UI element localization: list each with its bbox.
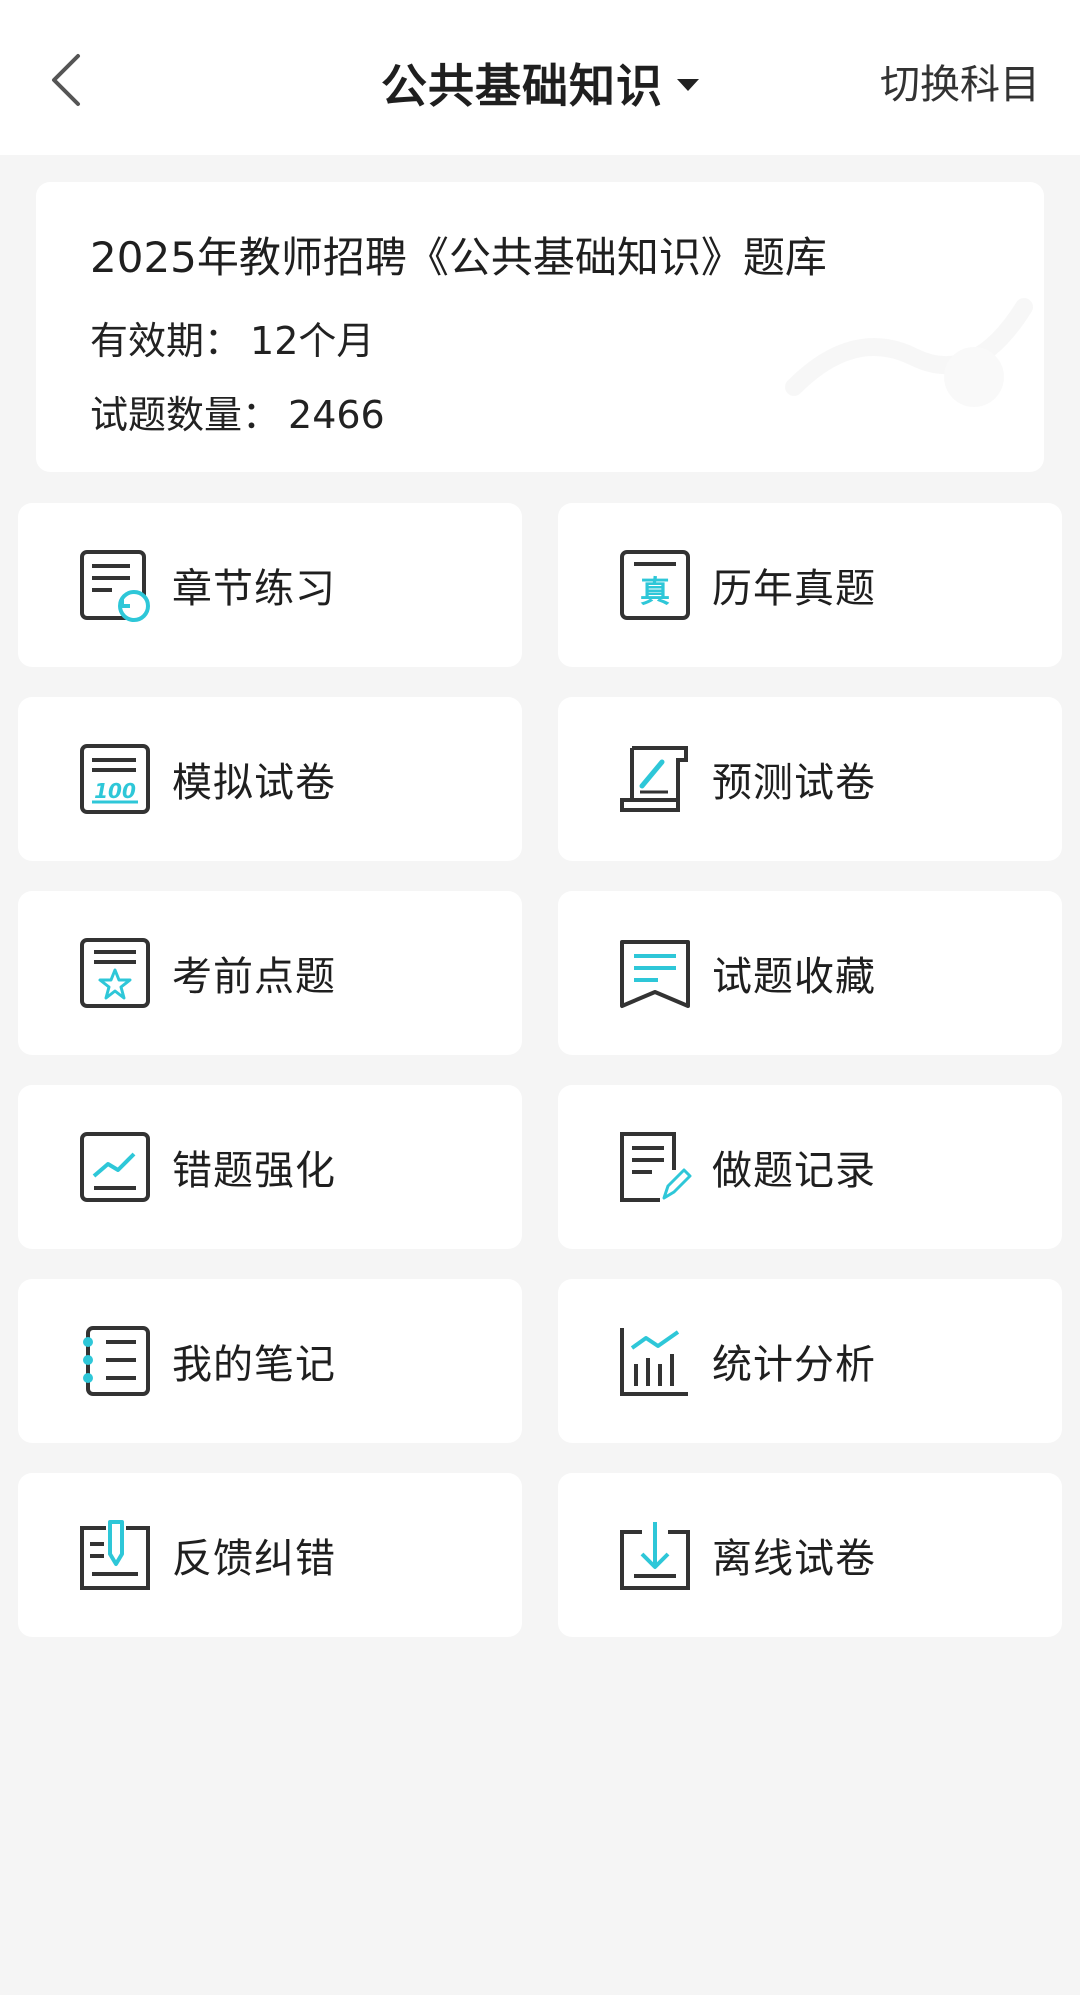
bookmark-icon — [620, 940, 690, 1008]
switch-subject-button[interactable]: 切换科目 — [880, 52, 1040, 110]
notebook-icon — [83, 1326, 150, 1396]
forecast-paper-icon — [620, 746, 688, 812]
menu-past-exam[interactable]: 真 历年真题 — [558, 503, 1062, 667]
menu-label: 统计分析 — [712, 1342, 876, 1388]
menu-statistics[interactable]: 统计分析 — [558, 1279, 1062, 1443]
question-bank-card: 2025年教师招聘《公共基础知识》题库 有效期： 12个月 试题数量： 2466 — [36, 182, 1044, 472]
menu-offline-papers[interactable]: 离线试卷 — [558, 1473, 1062, 1637]
feedback-pen-icon — [80, 1520, 150, 1590]
menu-pre-exam-points[interactable]: 考前点题 — [18, 891, 522, 1055]
subject-dropdown[interactable]: 公共基础知识 — [381, 50, 699, 116]
menu-label: 模拟试卷 — [172, 760, 336, 806]
chapter-practice-icon — [80, 550, 150, 622]
mock-paper-icon: 100 — [80, 744, 150, 814]
menu-label: 离线试卷 — [712, 1536, 876, 1582]
svg-text:真: 真 — [640, 575, 670, 610]
page-title: 公共基础知识 — [381, 58, 663, 113]
menu-chapter-practice[interactable]: 章节练习 — [18, 503, 522, 667]
count-value: 2466 — [288, 393, 385, 437]
menu-label: 预测试卷 — [712, 760, 876, 806]
caret-down-icon — [677, 78, 699, 91]
menu-bookmarks[interactable]: 试题收藏 — [558, 891, 1062, 1055]
download-icon — [620, 1522, 690, 1590]
menu-mock-paper[interactable]: 100 模拟试卷 — [18, 697, 522, 861]
validity-label: 有效期： — [90, 319, 243, 363]
past-exam-icon: 真 — [620, 550, 690, 620]
menu-forecast-paper[interactable]: 预测试卷 — [558, 697, 1062, 861]
menu-label: 历年真题 — [712, 566, 876, 612]
menu-label: 错题强化 — [172, 1148, 336, 1194]
menu-feedback[interactable]: 反馈纠错 — [18, 1473, 522, 1637]
validity-row: 有效期： 12个月 — [90, 310, 374, 365]
watermark-graphic — [785, 298, 1033, 407]
menu-my-notes[interactable]: 我的笔记 — [18, 1279, 522, 1443]
menu-label: 考前点题 — [172, 954, 336, 1000]
chevron-left-icon — [52, 54, 80, 106]
menu-label: 反馈纠错 — [172, 1536, 336, 1582]
back-button[interactable] — [40, 50, 90, 110]
menu-label: 做题记录 — [712, 1148, 876, 1194]
menu-practice-record[interactable]: 做题记录 — [558, 1085, 1062, 1249]
top-bar: 公共基础知识 切换科目 — [0, 0, 1080, 155]
bank-title: 2025年教师招聘《公共基础知识》题库 — [90, 233, 827, 282]
count-label: 试题数量： — [90, 393, 281, 437]
stats-chart-icon — [620, 1328, 688, 1396]
validity-value: 12个月 — [250, 319, 375, 363]
pre-exam-star-icon — [80, 938, 150, 1008]
wrong-chart-icon — [80, 1132, 150, 1202]
svg-text:100: 100 — [94, 779, 136, 803]
record-edit-icon — [620, 1132, 692, 1202]
menu-label: 我的笔记 — [172, 1342, 336, 1388]
menu-wrong-questions[interactable]: 错题强化 — [18, 1085, 522, 1249]
count-row: 试题数量： 2466 — [90, 384, 385, 439]
menu-label: 试题收藏 — [712, 954, 876, 1000]
menu-label: 章节练习 — [172, 566, 336, 612]
